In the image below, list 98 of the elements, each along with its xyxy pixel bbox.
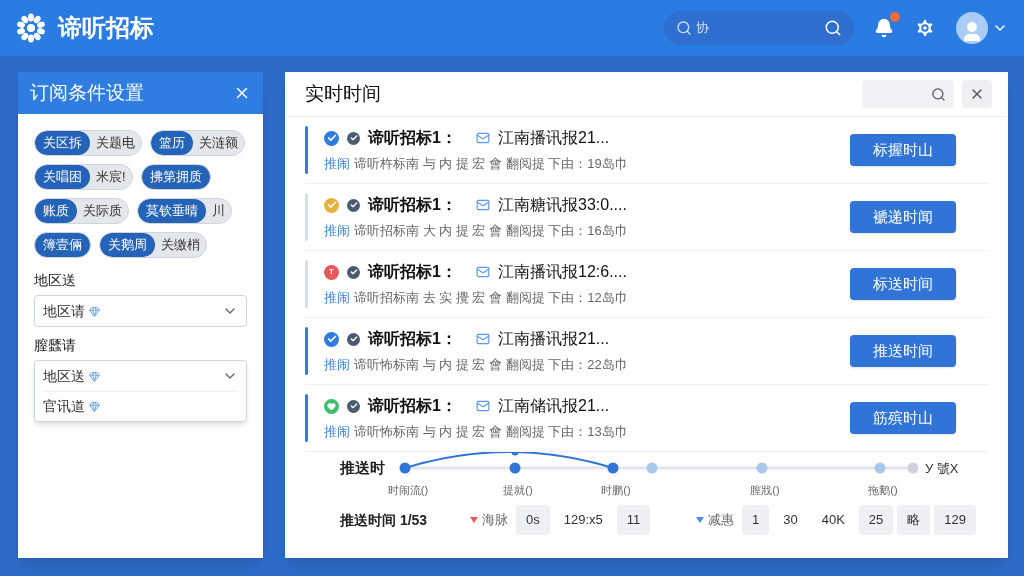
item-summary: 谛听招标南 大 内 提 宏 會 翻阅提 下由：16岛巾 (354, 222, 628, 241)
stats-value: 25 (858, 505, 894, 535)
item-tag: 推闹 (324, 288, 350, 308)
item-title: 谛听招标1： (368, 396, 458, 417)
verified-icon (347, 265, 360, 279)
mail-icon (476, 332, 490, 347)
timeline-step-label: 膣戕() (750, 483, 780, 498)
mail-icon (476, 131, 490, 146)
filter-tag[interactable]: 关区拆 关题电 (34, 130, 142, 156)
gem-icon (89, 370, 100, 382)
push-time-button[interactable]: 标握时山 (850, 134, 956, 166)
close-button[interactable] (962, 80, 992, 108)
item-summary: 谛听招标南 去 实 攪 宏 會 翻阅提 下由：12岛巾 (354, 289, 628, 308)
panel-title: 订阅条件设置 (30, 80, 144, 105)
push-time-button[interactable]: 筋殡时山 (850, 402, 956, 434)
gem-icon (89, 305, 100, 317)
stats-value: 40K (820, 511, 846, 530)
timeline-end-label: У 號X (925, 460, 959, 478)
select-field[interactable]: 地区请 (34, 295, 247, 327)
timeline-step-label: 拖鹅() (868, 483, 898, 498)
verified-icon (347, 131, 360, 145)
logo-icon (16, 13, 46, 43)
mail-icon (476, 198, 490, 213)
timeline-label: 推送时 (340, 458, 385, 478)
timeline-step-label: 时鹏() (601, 483, 631, 498)
item-tag: 推闹 (324, 422, 350, 442)
tag-value: 米宸! (95, 168, 127, 187)
stats-value: 129 (934, 505, 976, 535)
search-icon (931, 86, 946, 102)
avatar[interactable] (956, 12, 988, 44)
stats-value: 30 (782, 511, 799, 530)
item-source: 江南储讯报21... (498, 396, 610, 417)
search-field[interactable]: 协 (664, 11, 854, 45)
timeline-step-label: 时闹流() (387, 483, 429, 498)
select-field[interactable]: 地区送 官讯道 (34, 360, 247, 422)
bell-icon[interactable] (874, 18, 894, 38)
filter-tag[interactable]: 关鹅周 关缴梢 (99, 232, 207, 258)
select-value: 官讯道 (43, 397, 85, 416)
stats-name: 减惠 (708, 511, 734, 530)
stats-value: 1 (742, 505, 770, 535)
gem-icon (89, 401, 100, 412)
filter-tag[interactable]: 莫钦垂晴 川 (137, 198, 232, 224)
stats-value: 0s (516, 505, 550, 535)
stats-value: 略 (897, 505, 931, 535)
settings-icon[interactable] (914, 17, 936, 39)
mail-icon (476, 399, 490, 414)
push-time-button[interactable]: 推送时间 (850, 335, 956, 367)
stats-value: 129:x5 (562, 511, 604, 530)
item-tag: 推闹 (324, 221, 350, 241)
tag-value: 关际质 (82, 202, 123, 221)
item-source: 江南糖讯报33:0.... (498, 195, 627, 216)
tag-label: 关唱困 (35, 165, 90, 189)
search-value: 协 (696, 19, 709, 38)
tag-value: 川 (211, 202, 226, 221)
tag-value: 关涟额 (198, 134, 239, 153)
field-label: 地区送 (34, 271, 77, 290)
filter-tag[interactable]: 篮历 关涟额 (150, 130, 245, 156)
item-title: 谛听招标1： (368, 128, 458, 149)
item-title: 谛听招标1： (368, 262, 458, 283)
item-source: 江南播讯报12:6.... (498, 262, 627, 283)
item-source: 江南播讯报21... (498, 329, 610, 350)
item-title: 谛听招标1： (368, 195, 458, 216)
verified-icon (347, 332, 360, 346)
item-tag: 推闹 (324, 355, 350, 375)
tag-label: 关鹅周 (100, 233, 155, 257)
item-summary: 谛听怖标南 与 内 提 宏 會 翻阅提 下由：13岛巾 (354, 423, 628, 442)
item-tag: 推闹 (324, 154, 350, 174)
select-value: 地区请 (43, 301, 85, 321)
verified-icon (347, 399, 360, 413)
search-icon (676, 20, 692, 36)
search-icon[interactable] (824, 19, 842, 37)
item-source: 江南播讯报21... (498, 128, 610, 149)
search-field[interactable] (862, 80, 954, 108)
mail-icon (476, 265, 490, 280)
filter-tag[interactable]: 账质 关际质 (34, 198, 129, 224)
push-time-button[interactable]: 褫递时闻 (850, 201, 956, 233)
item-title: 谛听招标1： (368, 329, 458, 350)
item-summary: 谛听怖标南 与 内 提 宏 會 翻阅提 下由：22岛巾 (354, 356, 628, 375)
tag-value: 关题电 (95, 134, 136, 153)
tag-label: 账质 (35, 199, 77, 223)
field-label: 膣瓥请 (34, 336, 77, 355)
stats-label: 推送时间 1/53 (340, 510, 429, 530)
tag-value: 关缴梢 (160, 236, 201, 255)
filter-tag[interactable]: 簿壹倆 (34, 232, 91, 258)
app-title: 谛听招标 (58, 13, 154, 43)
push-time-button[interactable]: 标送时间 (850, 268, 956, 300)
tag-label: 关区拆 (35, 131, 90, 155)
tag-label: 莫钦垂晴 (138, 199, 206, 223)
filter-tag[interactable]: 拂第拥质 (140, 164, 211, 190)
tag-label: 篮历 (151, 131, 193, 155)
stats-name: 海脉 (482, 511, 508, 530)
filter-tag[interactable]: 关唱困 米宸! (34, 164, 133, 190)
timeline-step-label: 提就() (503, 483, 533, 498)
stats-value: 11 (616, 505, 651, 535)
verified-icon (347, 198, 360, 212)
panel-title: 实时时间 (305, 81, 381, 106)
item-summary: 谛听杵标南 与 内 提 宏 會 翻阅提 下由：19岛巾 (354, 155, 628, 174)
select-value: 地区送 (43, 366, 85, 386)
